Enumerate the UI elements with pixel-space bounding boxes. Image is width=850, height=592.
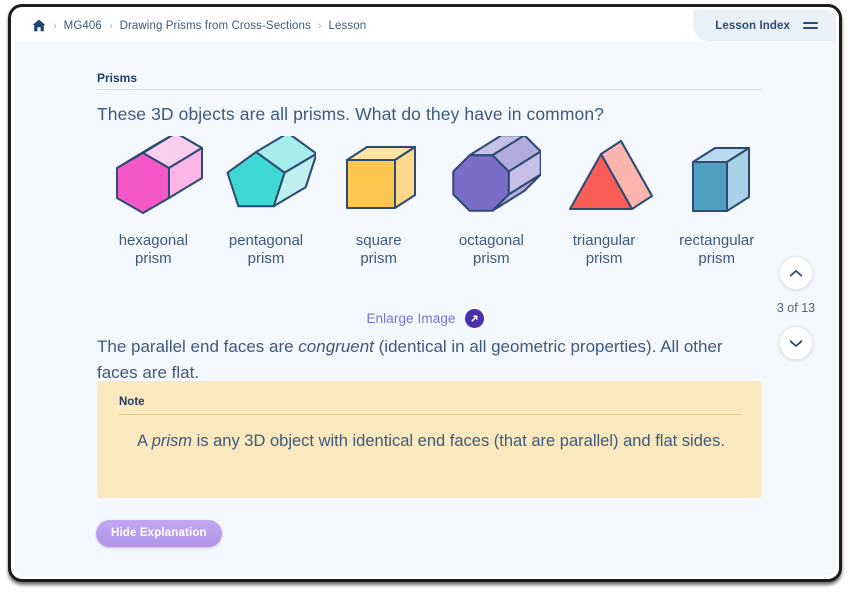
next-page-button[interactable] — [779, 326, 813, 360]
previous-page-button[interactable] — [779, 256, 813, 290]
breadcrumb: › MG406 › Drawing Prisms from Cross-Sect… — [32, 19, 366, 32]
body-text-part-1: The parallel end faces are — [97, 337, 299, 356]
enlarge-image-button[interactable]: Enlarge Image — [14, 309, 836, 328]
lesson-content: Prisms These 3D objects are all prisms. … — [14, 41, 836, 576]
pentagonal-prism-label: pentagonal prism — [228, 232, 304, 268]
hide-explanation-button[interactable]: Hide Explanation — [96, 520, 222, 547]
breadcrumb-item-course[interactable]: MG406 — [64, 20, 102, 32]
square-prism-illustration — [329, 136, 429, 224]
note-text-emphasis: prism — [151, 432, 193, 450]
hamburger-icon[interactable] — [803, 22, 818, 29]
prism-illustration-row: hexagonal prism pentagonal prism square pr… — [97, 136, 773, 269]
prism-item-hexagonal-prism: hexagonal prism — [97, 136, 210, 269]
lesson-body-text: The parallel end faces are congruent (id… — [97, 334, 767, 387]
note-text-part-2: is any 3D object with identical end face… — [192, 432, 725, 450]
body-text-emphasis: congruent — [298, 337, 374, 356]
octagonal-prism-illustration — [441, 136, 542, 224]
title-divider — [97, 89, 762, 90]
breadcrumb-separator-2: › — [109, 19, 113, 32]
device-frame: › MG406 › Drawing Prisms from Cross-Sect… — [8, 4, 842, 582]
page-navigation: 3 of 13 — [774, 256, 818, 360]
enlarge-image-label: Enlarge Image — [366, 311, 456, 326]
breadcrumb-separator-1: › — [53, 19, 57, 32]
breadcrumb-item-lesson[interactable]: Lesson — [329, 20, 367, 32]
prism-item-square-prism: square prism — [322, 136, 435, 269]
prism-item-octagonal-prism: octagonal prism — [435, 136, 548, 269]
prism-item-triangular-prism: triangular prism — [548, 136, 661, 269]
breadcrumb-item-topic[interactable]: Drawing Prisms from Cross-Sections — [120, 20, 311, 32]
pentagonal-prism-illustration — [216, 136, 316, 224]
triangular-prism-illustration — [554, 136, 654, 224]
rectangular-prism-illustration — [667, 136, 767, 224]
note-body-text: A prism is any 3D object with identical … — [137, 429, 737, 454]
chevron-down-icon — [789, 339, 803, 347]
hexagonal-prism-illustration — [103, 136, 204, 224]
chevron-up-icon — [789, 269, 803, 276]
triangular-prism-label: triangular prism — [572, 232, 636, 268]
note-divider — [119, 414, 741, 415]
rectangular-prism-label: rectangular prism — [679, 232, 755, 268]
note-text-part-1: A — [137, 432, 152, 450]
prism-item-rectangular-prism: rectangular prism — [660, 136, 773, 269]
page-title: Prisms — [97, 71, 138, 85]
expand-arrow-icon[interactable] — [464, 309, 484, 328]
square-prism-label: square prism — [355, 232, 402, 268]
home-icon[interactable] — [32, 19, 46, 32]
lesson-index-label: Lesson Index — [715, 19, 790, 32]
lesson-index-button[interactable]: Lesson Index — [693, 10, 836, 41]
screen: › MG406 › Drawing Prisms from Cross-Sect… — [14, 10, 836, 576]
lesson-question: These 3D objects are all prisms. What do… — [97, 104, 605, 124]
note-title: Note — [119, 396, 145, 408]
hexagonal-prism-label: hexagonal prism — [118, 232, 188, 268]
breadcrumb-separator-3: › — [318, 19, 322, 32]
prism-item-pentagonal-prism: pentagonal prism — [210, 136, 323, 269]
note-callout: Note A prism is any 3D object with ident… — [97, 381, 762, 498]
page-counter: 3 of 13 — [776, 301, 816, 315]
octagonal-prism-label: octagonal prism — [458, 232, 524, 268]
header-bar: › MG406 › Drawing Prisms from Cross-Sect… — [14, 10, 836, 41]
